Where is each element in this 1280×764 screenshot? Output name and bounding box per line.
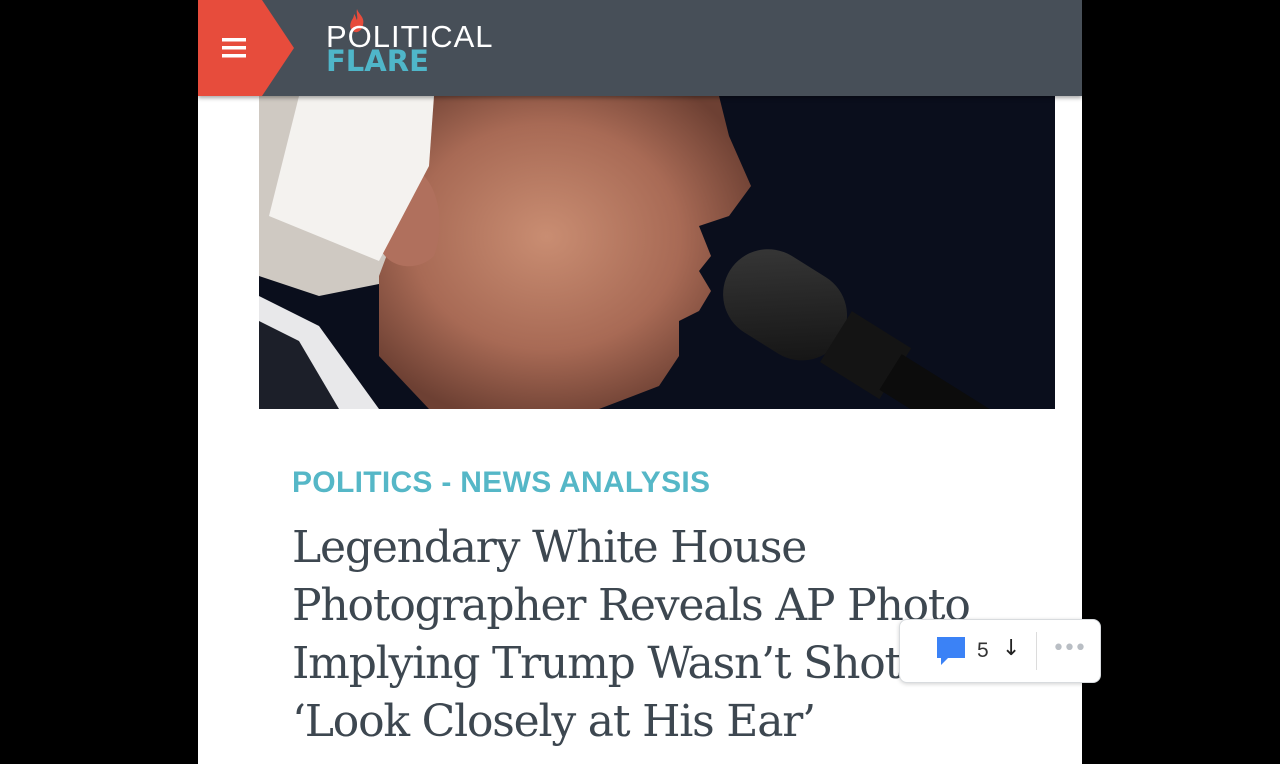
scroll-to-comments-arrow-icon[interactable]: ↓ [1002, 636, 1020, 661]
site-logo[interactable]: POLITICAL FLARE [326, 9, 526, 84]
hamburger-menu-icon [198, 0, 294, 96]
divider [1036, 632, 1037, 670]
comment-bubble-icon[interactable] [934, 634, 968, 668]
trump-portrait-image [259, 96, 1055, 409]
hero-image[interactable] [259, 96, 1055, 409]
comment-count[interactable]: 5 [977, 639, 989, 663]
more-options-icon[interactable]: ••• [1052, 636, 1087, 661]
top-navigation-bar: POLITICAL FLARE [198, 0, 1082, 96]
article-category[interactable]: POLITICS - NEWS ANALYSIS [292, 466, 710, 500]
floating-comments-bar: 5 ↓ ••• [899, 619, 1101, 683]
logo-text-flare: FLARE [326, 44, 429, 78]
menu-button[interactable] [198, 0, 294, 96]
headline-line: ‘Look Closely at His Ear’ [292, 696, 816, 747]
headline-line: Legendary White House [292, 522, 807, 573]
